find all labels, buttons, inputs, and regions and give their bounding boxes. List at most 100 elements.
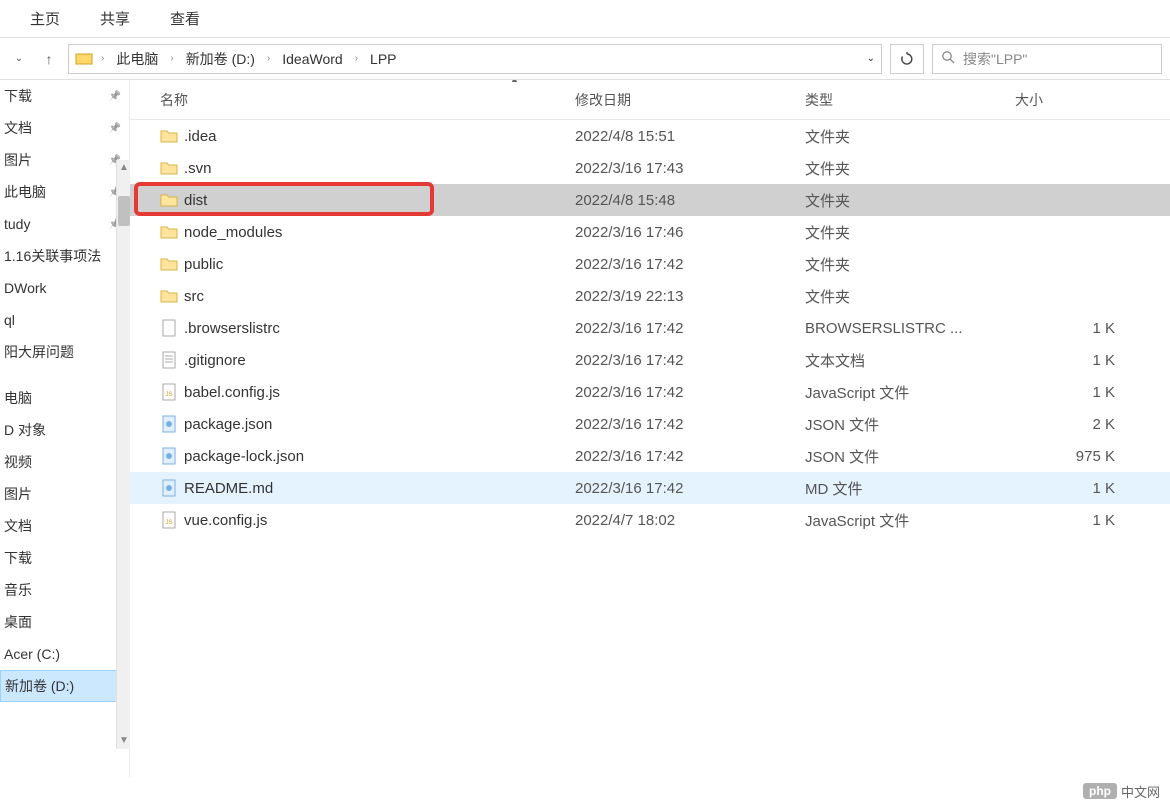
file-icon xyxy=(160,351,178,369)
file-name-cell: src xyxy=(130,287,575,305)
files-panel: ▲ 名称 修改日期 类型 大小 .idea2022/4/8 15:51文件夹.s… xyxy=(130,80,1170,777)
file-row[interactable]: node_modules 2022/3/16 17:46文件夹 xyxy=(130,216,1170,248)
chevron-right-icon: › xyxy=(263,53,274,64)
file-name-label: dist xyxy=(184,192,207,209)
file-type-cell: BROWSERSLISTRC ... xyxy=(805,320,1015,337)
sidebar-item[interactable]: ql xyxy=(0,304,129,336)
address-dropdown-button[interactable]: ⌄ xyxy=(867,53,875,64)
file-name-label: .browserslistrc xyxy=(184,320,280,337)
tab-home[interactable]: 主页 xyxy=(10,8,80,29)
file-type-cell: JSON 文件 xyxy=(805,446,1015,467)
column-header-name[interactable]: 名称 xyxy=(130,90,575,110)
ribbon-tabs: 主页 共享 查看 xyxy=(0,0,1170,38)
svg-text:JS: JS xyxy=(165,392,172,398)
file-row[interactable]: JSbabel.config.js2022/3/16 17:42JavaScri… xyxy=(130,376,1170,408)
file-type-cell: 文件夹 xyxy=(805,190,1015,211)
sidebar-item[interactable]: 文档 xyxy=(0,510,129,542)
breadcrumb-item-2[interactable]: IdeaWord xyxy=(278,51,346,67)
file-name-cell: .browserslistrc xyxy=(130,319,575,337)
file-size-cell: 2 K xyxy=(1015,416,1125,433)
file-date-cell: 2022/3/16 17:46 xyxy=(575,224,805,241)
folder-icon xyxy=(160,287,178,305)
sidebar-item-label: 此电脑 xyxy=(4,182,46,202)
file-row[interactable]: package.json2022/3/16 17:42JSON 文件2 K xyxy=(130,408,1170,440)
sidebar-item[interactable]: 新加卷 (D:) xyxy=(0,670,129,702)
file-name-label: README.md xyxy=(184,480,273,497)
file-type-cell: JSON 文件 xyxy=(805,414,1015,435)
file-row[interactable]: JSvue.config.js2022/4/7 18:02JavaScript … xyxy=(130,504,1170,536)
file-row[interactable]: dist2022/4/8 15:48文件夹 xyxy=(130,184,1170,216)
sidebar-scrollbar[interactable]: ▲ ▼ xyxy=(116,160,130,749)
sidebar-item[interactable]: 桌面 xyxy=(0,606,129,638)
sidebar-item[interactable]: D 对象 xyxy=(0,414,129,446)
sidebar-item[interactable]: 下载📌 xyxy=(0,80,129,112)
column-header-size[interactable]: 大小 xyxy=(1015,90,1125,110)
sidebar-item[interactable]: 电脑 xyxy=(0,382,129,414)
pin-icon: 📌 xyxy=(109,91,121,102)
breadcrumb-item-0[interactable]: 此电脑 xyxy=(112,49,162,69)
file-row[interactable]: .idea2022/4/8 15:51文件夹 xyxy=(130,120,1170,152)
sidebar-item[interactable]: 视频 xyxy=(0,446,129,478)
address-bar[interactable]: › 此电脑 › 新加卷 (D:) › IdeaWord › LPP ⌄ xyxy=(68,44,882,74)
sort-indicator-icon: ▲ xyxy=(510,80,519,84)
file-row[interactable]: .gitignore2022/3/16 17:42文本文档1 K xyxy=(130,344,1170,376)
main-area: 下载📌文档📌图片📌此电脑📌tudy📌1.16关联事项法DWorkql阳大屏问题电… xyxy=(0,80,1170,777)
scroll-down-icon[interactable]: ▼ xyxy=(117,733,131,749)
file-icon xyxy=(160,447,178,465)
file-name-label: .gitignore xyxy=(184,352,246,369)
file-row[interactable]: .browserslistrc 2022/3/16 17:42BROWSERSLI… xyxy=(130,312,1170,344)
file-type-cell: 文件夹 xyxy=(805,254,1015,275)
sidebar-item[interactable]: 1.16关联事项法 xyxy=(0,240,129,272)
scroll-up-icon[interactable]: ▲ xyxy=(117,160,131,176)
file-date-cell: 2022/3/16 17:42 xyxy=(575,320,805,337)
nav-up-button[interactable]: ↑ xyxy=(38,48,60,70)
file-row[interactable]: package-lock.json2022/3/16 17:42JSON 文件9… xyxy=(130,440,1170,472)
sidebar-item-label: 桌面 xyxy=(4,612,32,632)
refresh-button[interactable] xyxy=(890,44,924,74)
file-type-cell: MD 文件 xyxy=(805,478,1015,499)
file-name-label: node_modules xyxy=(184,224,282,241)
sidebar-item-label: 下载 xyxy=(4,548,32,568)
sidebar-item[interactable]: 此电脑📌 xyxy=(0,176,129,208)
file-name-label: package-lock.json xyxy=(184,448,304,465)
sidebar-item[interactable]: 图片 xyxy=(0,478,129,510)
folder-icon xyxy=(160,159,178,177)
breadcrumb-item-3[interactable]: LPP xyxy=(366,51,400,67)
svg-text:JS: JS xyxy=(165,520,172,526)
file-name-label: .svn xyxy=(184,160,212,177)
file-row[interactable]: README.md2022/3/16 17:42MD 文件1 K xyxy=(130,472,1170,504)
column-header-type[interactable]: 类型 xyxy=(805,90,1015,110)
folder-icon xyxy=(160,223,178,241)
folder-icon xyxy=(160,191,178,209)
folder-icon xyxy=(160,255,178,273)
sidebar-item[interactable]: 音乐 xyxy=(0,574,129,606)
sidebar-item[interactable]: Acer (C:) xyxy=(0,638,129,670)
file-name-cell: public xyxy=(130,255,575,273)
sidebar-item[interactable]: 阳大屏问题 xyxy=(0,336,129,368)
sidebar-item[interactable]: 文档📌 xyxy=(0,112,129,144)
file-icon xyxy=(160,319,178,337)
file-type-cell: 文件夹 xyxy=(805,222,1015,243)
scrollbar-thumb[interactable] xyxy=(118,196,130,226)
file-row[interactable]: public2022/3/16 17:42文件夹 xyxy=(130,248,1170,280)
file-row[interactable]: .svn2022/3/16 17:43文件夹 xyxy=(130,152,1170,184)
nav-sidebar[interactable]: 下载📌文档📌图片📌此电脑📌tudy📌1.16关联事项法DWorkql阳大屏问题电… xyxy=(0,80,130,777)
drive-icon xyxy=(75,50,93,68)
sidebar-item[interactable]: 下载 xyxy=(0,542,129,574)
sidebar-item[interactable]: 图片📌 xyxy=(0,144,129,176)
file-date-cell: 2022/3/16 17:42 xyxy=(575,384,805,401)
sidebar-item[interactable]: tudy📌 xyxy=(0,208,129,240)
file-date-cell: 2022/3/16 17:42 xyxy=(575,480,805,497)
nav-recent-button[interactable]: ⌄ xyxy=(8,48,30,70)
file-name-cell: package-lock.json xyxy=(130,447,575,465)
column-header-date[interactable]: 修改日期 xyxy=(575,90,805,110)
breadcrumb-item-1[interactable]: 新加卷 (D:) xyxy=(182,49,259,69)
search-input[interactable]: 搜索"LPP" xyxy=(932,44,1162,74)
file-row[interactable]: src2022/3/19 22:13文件夹 xyxy=(130,280,1170,312)
tab-view[interactable]: 查看 xyxy=(150,8,220,29)
tab-share[interactable]: 共享 xyxy=(80,8,150,29)
file-icon: JS xyxy=(160,383,178,401)
sidebar-item-label: tudy xyxy=(4,216,30,232)
sidebar-item[interactable]: DWork xyxy=(0,272,129,304)
file-name-cell: .gitignore xyxy=(130,351,575,369)
